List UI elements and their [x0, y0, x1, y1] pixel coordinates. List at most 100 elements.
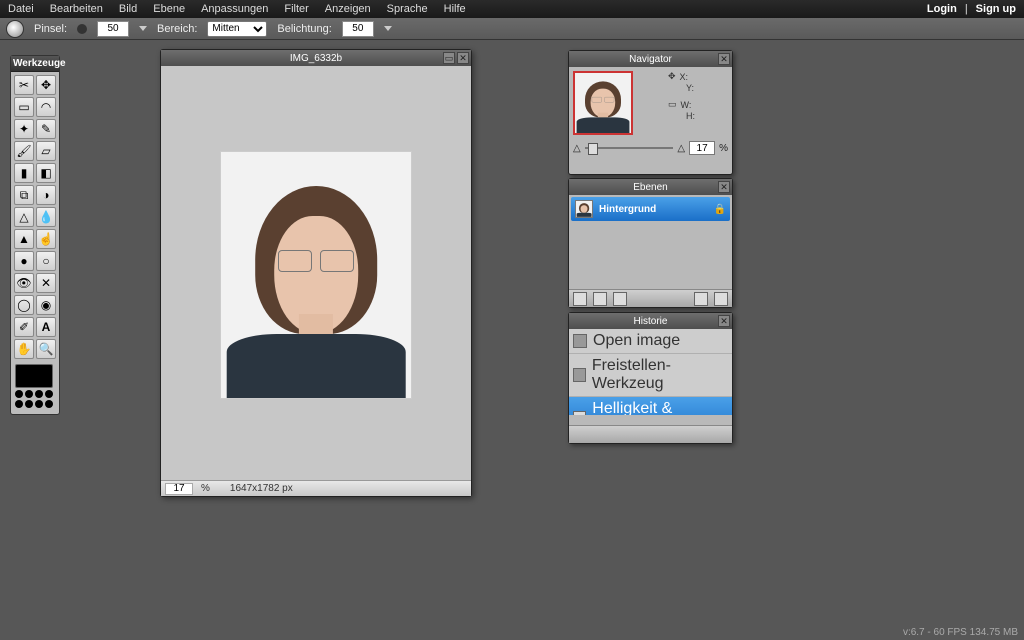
draw-tool[interactable]: △ [14, 207, 34, 227]
menu-hilfe[interactable]: Hilfe [444, 3, 466, 15]
crop-tool[interactable]: ✂ [14, 75, 34, 95]
zoom-tool[interactable]: 🔍 [36, 339, 56, 359]
new-layer-button[interactable] [573, 292, 587, 306]
zoom-tool-icon[interactable] [6, 20, 24, 38]
layer-thumbnail [575, 200, 593, 218]
navigator-title: Navigator [629, 54, 672, 65]
layers-footer [569, 289, 732, 307]
move-tool[interactable]: ✥ [36, 75, 56, 95]
panel-close-button[interactable]: ✕ [718, 181, 730, 193]
brush-preview-icon [77, 24, 87, 34]
panel-close-button[interactable]: ✕ [718, 53, 730, 65]
navigator-thumbnail[interactable] [573, 71, 633, 135]
menu-filter[interactable]: Filter [284, 3, 308, 15]
brightness-icon [573, 411, 586, 415]
dodge-tool[interactable]: ○ [36, 251, 56, 271]
tools-title: Werkzeuge [11, 56, 59, 72]
open-icon [573, 334, 587, 348]
menu-bearbeiten[interactable]: Bearbeiten [50, 3, 103, 15]
document-window: IMG_6332b ▭ ✕ % 1647x1782 px [160, 49, 472, 497]
navigator-panel: Navigator ✕ ✥X: Y: ▭W: H: △ △ % [568, 50, 733, 175]
duplicate-layer-button[interactable] [613, 292, 627, 306]
layers-panel: Ebenen ✕ Hintergrund 🔒 [568, 178, 733, 308]
history-panel: Historie ✕ Open image Freistellen-Werkze… [568, 312, 733, 444]
foreground-color[interactable] [15, 364, 53, 388]
dropdown-icon[interactable] [384, 26, 392, 31]
brush-tool[interactable]: 🖌 [14, 141, 34, 161]
zoom-in-icon[interactable]: △ [677, 143, 685, 154]
spot-heal-tool[interactable]: ✕ [36, 273, 56, 293]
bereich-select[interactable]: Mitten [207, 21, 267, 37]
history-item-crop[interactable]: Freistellen-Werkzeug [569, 354, 732, 397]
paint-bucket-tool[interactable]: ▮ [14, 163, 34, 183]
color-replace-tool[interactable]: ◑ [36, 185, 56, 205]
options-bar: Pinsel: Bereich: Mitten Belichtung: [0, 18, 1024, 40]
type-tool[interactable]: A [36, 317, 56, 337]
history-footer [569, 425, 732, 443]
colorpicker-tool[interactable]: ✐ [14, 317, 34, 337]
menu-bild[interactable]: Bild [119, 3, 137, 15]
belichtung-input[interactable] [342, 21, 374, 37]
zoom-out-icon[interactable]: △ [573, 143, 581, 154]
dropdown-icon[interactable] [139, 26, 147, 31]
zoom-input[interactable] [165, 483, 193, 495]
document-titlebar[interactable]: IMG_6332b ▭ ✕ [161, 50, 471, 66]
menu-sprache[interactable]: Sprache [387, 3, 428, 15]
status-bar: % 1647x1782 px [161, 480, 471, 496]
layers-title: Ebenen [633, 182, 667, 193]
navigator-zoom-unit: % [719, 143, 728, 154]
zoom-unit: % [201, 483, 210, 494]
clone-tool[interactable]: ⧉ [14, 185, 34, 205]
separator: | [965, 3, 968, 15]
move-icon: ✥ [668, 71, 676, 82]
menubar: Datei Bearbeiten Bild Ebene Anpassungen … [0, 0, 1024, 18]
marquee-tool[interactable]: ▭ [14, 97, 34, 117]
tools-panel: Werkzeuge ✂ ✥ ▭ ◠ ✦ ✎ 🖌 ▱ ▮ ◧ ⧉ ◑ △ 💧 ▲ … [10, 55, 60, 415]
eraser-tool[interactable]: ▱ [36, 141, 56, 161]
redeye-tool[interactable]: 👁 [14, 273, 34, 293]
gradient-tool[interactable]: ◧ [36, 163, 56, 183]
menu-datei[interactable]: Datei [8, 3, 34, 15]
hand-tool[interactable]: ✋ [14, 339, 34, 359]
navigator-zoom-input[interactable] [689, 141, 715, 155]
lock-icon[interactable]: 🔒 [714, 204, 726, 215]
layer-mask-button[interactable] [593, 292, 607, 306]
menu-anpassungen[interactable]: Anpassungen [201, 3, 268, 15]
bloat-tool[interactable]: ◯ [14, 295, 34, 315]
smudge-tool[interactable]: ☝ [36, 229, 56, 249]
size-icon: ▭ [668, 99, 677, 110]
layer-settings-button[interactable] [694, 292, 708, 306]
color-swatch[interactable] [15, 364, 55, 408]
canvas-area[interactable] [169, 72, 463, 478]
login-link[interactable]: Login [927, 3, 957, 15]
sponge-tool[interactable]: ● [14, 251, 34, 271]
close-button[interactable]: ✕ [457, 52, 469, 64]
layer-name: Hintergrund [599, 204, 656, 215]
dimensions-label: 1647x1782 px [230, 483, 293, 494]
pinsel-label: Pinsel: [34, 23, 67, 35]
blur-tool[interactable]: 💧 [36, 207, 56, 227]
menu-ebene[interactable]: Ebene [153, 3, 185, 15]
layer-row-background[interactable]: Hintergrund 🔒 [571, 197, 730, 221]
sharpen-tool[interactable]: ▲ [14, 229, 34, 249]
delete-layer-button[interactable] [714, 292, 728, 306]
pencil-tool[interactable]: ✎ [36, 119, 56, 139]
document-image[interactable] [220, 151, 412, 399]
document-title: IMG_6332b [290, 53, 342, 64]
wand-tool[interactable]: ✦ [14, 119, 34, 139]
app-footer: v:6.7 - 60 FPS 134.75 MB [903, 627, 1018, 638]
history-item-brightness[interactable]: Helligkeit & Kontrast [569, 397, 732, 415]
minimize-button[interactable]: ▭ [443, 52, 455, 64]
pinch-tool[interactable]: ◉ [36, 295, 56, 315]
navigator-coords: ✥X: Y: ▭W: H: [668, 71, 728, 122]
pinsel-input[interactable] [97, 21, 129, 37]
signup-link[interactable]: Sign up [976, 3, 1016, 15]
belichtung-label: Belichtung: [277, 23, 331, 35]
history-item-open[interactable]: Open image [569, 329, 732, 354]
panel-close-button[interactable]: ✕ [718, 315, 730, 327]
lasso-tool[interactable]: ◠ [36, 97, 56, 117]
history-title: Historie [634, 316, 668, 327]
menu-anzeigen[interactable]: Anzeigen [325, 3, 371, 15]
zoom-slider[interactable] [585, 147, 674, 149]
bereich-label: Bereich: [157, 23, 197, 35]
